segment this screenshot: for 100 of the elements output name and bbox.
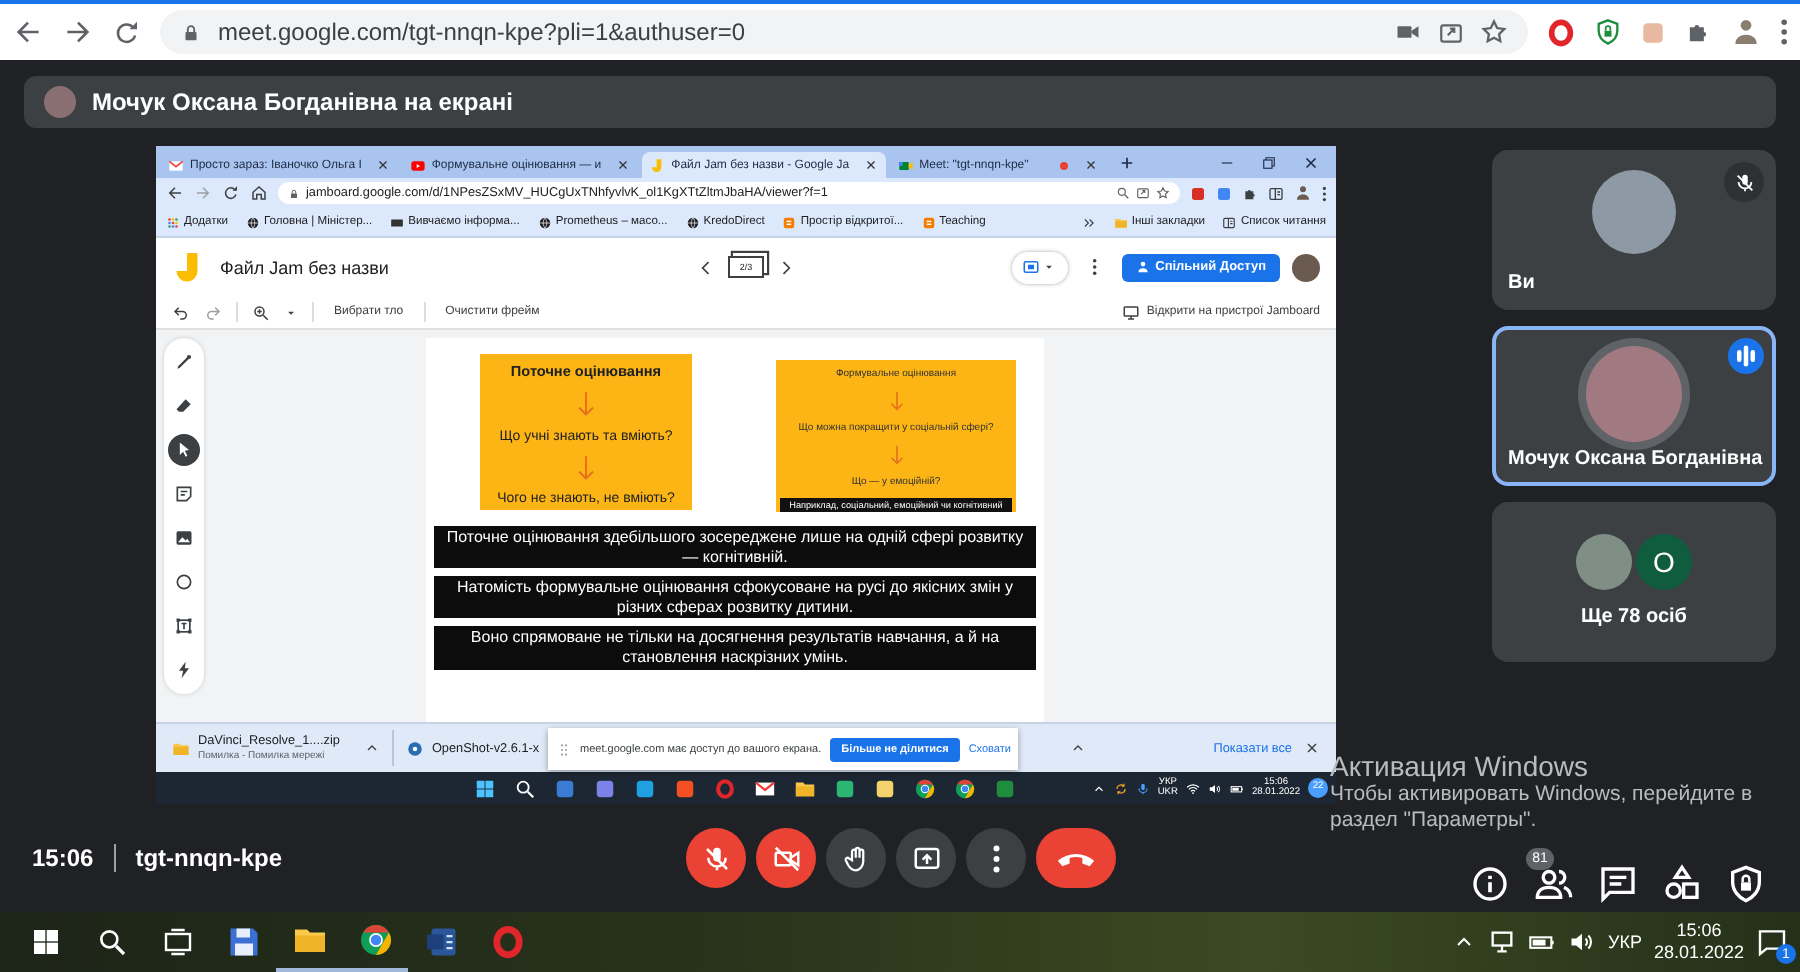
close-icon[interactable] <box>1304 740 1320 756</box>
avatar-icon[interactable] <box>1730 16 1762 48</box>
windows-logo-icon[interactable] <box>29 926 61 958</box>
caret-up-icon[interactable] <box>1091 781 1106 795</box>
chrome-icon[interactable] <box>954 777 976 799</box>
plus-icon[interactable] <box>1118 153 1137 171</box>
share-icon[interactable] <box>1135 186 1150 200</box>
menu-icon[interactable] <box>1091 258 1098 276</box>
cast-button[interactable] <box>1011 251 1068 283</box>
app-icon[interactable] <box>874 777 896 799</box>
more-options-button[interactable] <box>966 828 1026 888</box>
document-title: Файл Jam без назви <box>220 257 389 277</box>
volume-icon[interactable] <box>1567 928 1596 956</box>
caret-up-icon[interactable] <box>1069 740 1086 756</box>
participant-name: Ви <box>1508 272 1535 294</box>
reload-icon[interactable] <box>112 17 142 47</box>
wifi-icon[interactable] <box>1185 781 1200 795</box>
chat-icon[interactable] <box>1598 864 1638 904</box>
star-icon[interactable] <box>1480 18 1508 46</box>
close-icon[interactable] <box>615 158 630 172</box>
network-icon[interactable] <box>1487 928 1516 956</box>
eraser-icon <box>174 396 194 416</box>
mic-icon <box>701 843 731 873</box>
language-indicator[interactable]: УКР <box>1607 932 1642 952</box>
close-icon[interactable] <box>1084 158 1099 172</box>
search-icon[interactable] <box>95 926 127 958</box>
reload-icon[interactable] <box>222 184 240 202</box>
subtitle-text: Поточне оцінювання здебільшого зосереджене лише на одній сфері розвитку — когнітивній. <box>434 526 1036 569</box>
meeting-time: 15:06 <box>32 844 94 872</box>
chrome-icon[interactable] <box>914 777 936 799</box>
extension-icon[interactable] <box>1546 17 1576 47</box>
shapes-icon[interactable] <box>1662 864 1702 904</box>
undo-icon[interactable] <box>172 303 190 321</box>
tool-button[interactable] <box>168 434 200 466</box>
avatar-initial: О <box>1636 534 1692 590</box>
app-icon[interactable] <box>594 777 616 799</box>
info-icon[interactable] <box>1470 864 1510 904</box>
app-icon[interactable] <box>674 777 696 799</box>
lightning-icon <box>174 660 194 680</box>
menu-icon[interactable] <box>1321 185 1326 201</box>
clock-time[interactable]: 15:06 <box>1676 920 1722 942</box>
logo-icon <box>921 215 936 229</box>
star-icon[interactable] <box>1155 186 1170 200</box>
volume-icon[interactable] <box>1207 781 1222 795</box>
share-icon[interactable] <box>1438 19 1464 45</box>
mail-icon[interactable] <box>754 777 776 799</box>
forward-icon[interactable] <box>62 16 94 48</box>
person-icon <box>1135 260 1150 274</box>
participant-tile[interactable]: Мочук Оксана Богданівна <box>1492 326 1776 486</box>
present-button[interactable] <box>896 828 956 888</box>
chevron-icon[interactable] <box>1081 215 1096 229</box>
zoom-in-icon[interactable] <box>252 303 270 321</box>
people-icon[interactable] <box>1534 864 1574 904</box>
close-icon[interactable] <box>863 158 878 172</box>
avatar-icon[interactable] <box>1293 184 1312 202</box>
search-icon[interactable] <box>514 777 536 799</box>
restore-icon[interactable] <box>1260 153 1278 171</box>
menu-icon[interactable] <box>1780 18 1789 46</box>
back-icon[interactable] <box>166 184 184 202</box>
close-icon[interactable] <box>1302 153 1320 171</box>
microphone-icon[interactable] <box>1135 781 1150 795</box>
redo-icon[interactable] <box>204 303 222 321</box>
reading-list-icon[interactable] <box>1267 185 1284 201</box>
avatar-photo[interactable] <box>1292 253 1320 281</box>
notification-icon[interactable] <box>1756 926 1788 958</box>
address-bar[interactable]: meet.google.com/tgt-nnqn-kpe?pli=1&authuser=0 <box>160 10 1528 54</box>
folder-icon <box>172 739 190 757</box>
caret-up-icon[interactable] <box>363 740 380 756</box>
avatar-photo <box>44 86 76 118</box>
camera-icon <box>771 843 801 873</box>
sync-icon[interactable] <box>1113 781 1128 795</box>
lock-icon <box>288 187 300 199</box>
zoom-icon[interactable] <box>1115 186 1130 200</box>
home-icon[interactable] <box>250 184 268 202</box>
present-icon <box>911 843 941 873</box>
clock-date[interactable]: 28.01.2022 <box>1653 942 1744 964</box>
app-icon[interactable] <box>834 777 856 799</box>
hang-up-button[interactable] <box>1036 828 1116 888</box>
raise-hand-button[interactable] <box>826 828 886 888</box>
close-icon[interactable] <box>375 158 390 172</box>
shield-icon[interactable] <box>1726 864 1766 904</box>
folder-icon[interactable] <box>794 777 816 799</box>
arrow-down-icon <box>885 390 907 412</box>
subtitle-text: Воно спрямоване не тільки на досягнення результатів навчання, а й на становлення наскрізних умінь. <box>434 626 1036 670</box>
chrome-icon <box>357 922 393 958</box>
speaking-indicator-icon <box>1728 338 1764 374</box>
puzzle-icon[interactable] <box>1241 185 1258 201</box>
document-icon <box>423 924 459 960</box>
battery-icon[interactable] <box>1229 781 1244 795</box>
meeting-code: tgt-nnqn-kpe <box>135 844 283 872</box>
participants-tile[interactable]: О Ще 78 осіб <box>1492 502 1776 662</box>
back-icon[interactable] <box>12 16 44 48</box>
task-view-icon[interactable] <box>161 926 193 958</box>
camera-button[interactable] <box>756 828 816 888</box>
microphone-button[interactable] <box>686 828 746 888</box>
windows-logo-icon[interactable] <box>474 777 496 799</box>
participant-tile[interactable]: Ви <box>1492 150 1776 310</box>
pointer-icon <box>174 440 194 460</box>
caret-down-icon <box>1042 260 1057 274</box>
app-icon[interactable] <box>634 777 656 799</box>
